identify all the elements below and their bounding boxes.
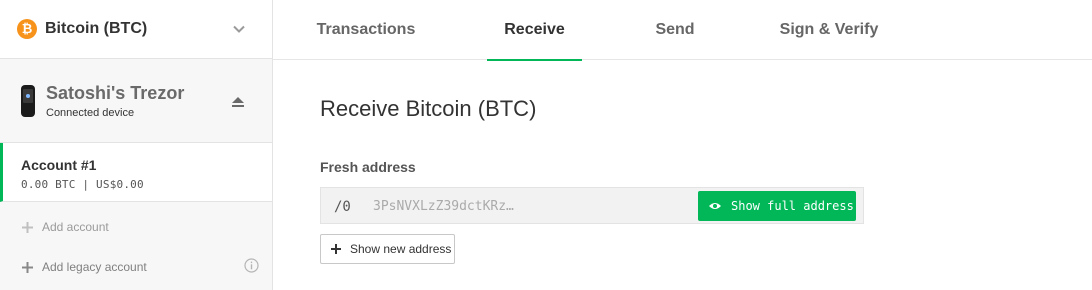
sidebar: ₿ Bitcoin (BTC) Satoshi's Trezor Connect… xyxy=(0,0,273,290)
account-balance: 0.00 BTC | US$0.00 xyxy=(21,178,144,191)
show-full-address-label: Show full address xyxy=(731,199,854,213)
add-account-button[interactable]: Add account xyxy=(22,220,109,234)
account-name: Account #1 xyxy=(21,157,97,173)
plus-icon xyxy=(331,244,341,254)
fresh-address-label: Fresh address xyxy=(320,159,416,175)
tab-sign-verify[interactable]: Sign & Verify xyxy=(777,0,881,60)
info-icon[interactable] xyxy=(244,258,259,273)
trezor-device-icon xyxy=(21,85,35,117)
address-value: 3PsNVXLzZ39dctKRz… xyxy=(373,199,514,214)
coin-label: Bitcoin (BTC) xyxy=(45,20,148,37)
eject-icon[interactable] xyxy=(231,95,245,109)
device-panel[interactable]: Satoshi's Trezor Connected device xyxy=(0,60,272,143)
address-row: /0 3PsNVXLzZ39dctKRz… Show full address xyxy=(320,187,864,224)
tab-bar: Transactions Receive Send Sign & Verify xyxy=(273,0,1092,61)
tab-receive[interactable]: Receive xyxy=(487,0,582,61)
tab-transactions[interactable]: Transactions xyxy=(310,0,422,60)
show-new-address-label: Show new address xyxy=(350,242,452,256)
address-path: /0 xyxy=(334,199,351,215)
account-item[interactable]: Account #1 0.00 BTC | US$0.00 xyxy=(0,143,272,202)
device-name: Satoshi's Trezor xyxy=(46,83,185,103)
show-new-address-button[interactable]: Show new address xyxy=(320,234,455,264)
plus-icon xyxy=(22,261,33,273)
device-status: Connected device xyxy=(46,107,135,119)
show-full-address-button[interactable]: Show full address xyxy=(698,191,856,221)
add-legacy-account-label: Add legacy account xyxy=(42,260,147,274)
eye-icon xyxy=(709,203,721,209)
tab-send[interactable]: Send xyxy=(647,0,703,60)
chevron-down-icon[interactable] xyxy=(232,22,246,36)
coin-selector[interactable]: ₿ Bitcoin (BTC) xyxy=(0,0,272,59)
page-title: Receive Bitcoin (BTC) xyxy=(320,96,537,121)
plus-icon xyxy=(22,221,33,233)
bitcoin-icon: ₿ xyxy=(17,19,37,39)
add-legacy-account-button[interactable]: Add legacy account xyxy=(22,260,147,274)
add-account-label: Add account xyxy=(42,220,109,234)
